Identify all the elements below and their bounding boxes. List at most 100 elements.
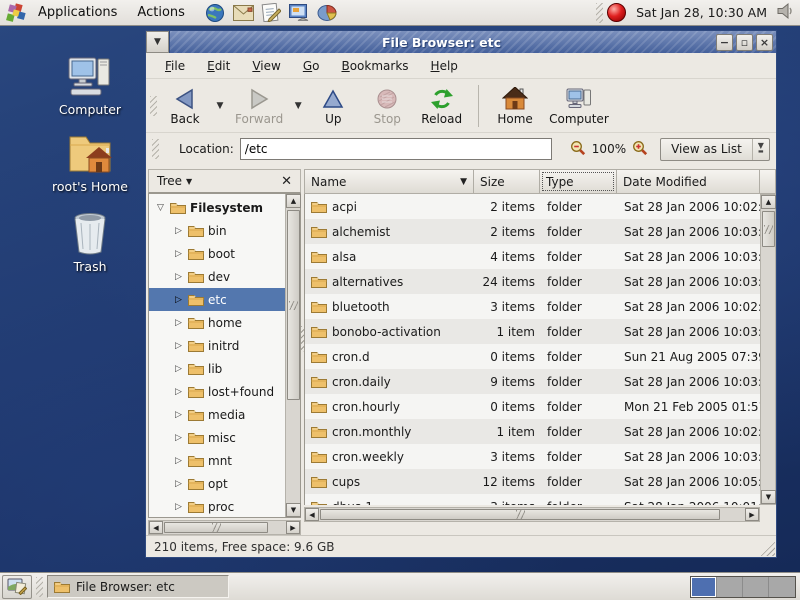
expander-closed-icon[interactable]: ▷ bbox=[173, 295, 184, 305]
tree-item-misc[interactable]: ▷misc bbox=[149, 426, 285, 449]
expander-closed-icon[interactable]: ▷ bbox=[173, 249, 184, 259]
close-button[interactable]: × bbox=[756, 34, 773, 51]
taskbar-task-file-browser[interactable]: File Browser: etc bbox=[47, 575, 229, 598]
menu-bookmarks[interactable]: Bookmarks bbox=[332, 56, 417, 76]
spreadsheet-launcher-icon[interactable] bbox=[317, 2, 338, 23]
scrollbar-thumb[interactable] bbox=[320, 509, 720, 520]
file-row-alchemist[interactable]: alchemist2 itemsfolderSat 28 Jan 2006 10… bbox=[305, 219, 760, 244]
column-header-type[interactable]: Type bbox=[540, 169, 617, 194]
expander-closed-icon[interactable]: ▷ bbox=[173, 318, 184, 328]
tree-item-media[interactable]: ▷media bbox=[149, 403, 285, 426]
up-button[interactable]: Up bbox=[307, 82, 359, 130]
alert-notification-icon[interactable] bbox=[607, 3, 626, 22]
panel-handle[interactable] bbox=[596, 3, 603, 23]
chevron-down-icon[interactable]: ▼ bbox=[186, 177, 192, 186]
reload-button[interactable]: Reload bbox=[415, 82, 468, 130]
forward-dropdown-arrow[interactable]: ▼ bbox=[291, 82, 305, 130]
menu-actions[interactable]: Actions bbox=[129, 5, 193, 20]
zoom-out-icon[interactable] bbox=[570, 140, 586, 159]
scroll-right-arrow[interactable]: ▶ bbox=[286, 521, 300, 534]
workspace-4[interactable] bbox=[769, 577, 795, 597]
column-header-date-modified[interactable]: Date Modified bbox=[617, 169, 760, 194]
scrollbar-thumb[interactable] bbox=[287, 210, 300, 400]
word-processor-launcher-icon[interactable] bbox=[261, 2, 282, 23]
forward-button[interactable]: Forward bbox=[229, 82, 289, 130]
menu-go[interactable]: Go bbox=[294, 56, 329, 76]
location-bar-handle[interactable] bbox=[152, 139, 159, 159]
file-row-acpi[interactable]: acpi2 itemsfolderSat 28 Jan 2006 10:02:5 bbox=[305, 194, 760, 219]
tree-item-bin[interactable]: ▷bin bbox=[149, 219, 285, 242]
titlebar[interactable]: ▼ File Browser: etc − ▫ × bbox=[146, 31, 776, 53]
file-row-dbus-1[interactable]: dbus-13 itemsfolderSat 28 Jan 2006 10:01… bbox=[305, 494, 760, 505]
scroll-up-arrow[interactable]: ▲ bbox=[286, 194, 301, 208]
file-row-bluetooth[interactable]: bluetooth3 itemsfolderSat 28 Jan 2006 10… bbox=[305, 294, 760, 319]
scrollbar-thumb[interactable] bbox=[762, 211, 775, 247]
desktop-icon-computer[interactable]: Computer bbox=[38, 56, 142, 117]
toolbar-handle[interactable] bbox=[150, 96, 157, 116]
location-input[interactable] bbox=[240, 138, 552, 160]
list-horizontal-scrollbar[interactable]: ◀ ▶ bbox=[304, 507, 760, 522]
minimize-button[interactable]: − bbox=[716, 34, 733, 51]
menu-applications[interactable]: Applications bbox=[30, 5, 125, 20]
back-button[interactable]: Back bbox=[159, 82, 211, 130]
scroll-left-arrow[interactable]: ◀ bbox=[305, 508, 319, 521]
tree-horizontal-scrollbar[interactable]: ◀ ▶ bbox=[148, 520, 301, 535]
column-header-name[interactable]: Name ▼ bbox=[304, 169, 474, 194]
taskbar-handle[interactable] bbox=[36, 577, 43, 597]
expander-open-icon[interactable]: ▽ bbox=[155, 203, 166, 213]
computer-button[interactable]: Computer bbox=[543, 82, 615, 130]
list-vertical-scrollbar[interactable]: ▲ ▼ bbox=[760, 194, 776, 505]
scroll-down-arrow[interactable]: ▼ bbox=[761, 490, 776, 504]
expander-closed-icon[interactable]: ▷ bbox=[173, 272, 184, 282]
window-resize-grip[interactable] bbox=[760, 541, 775, 556]
column-header-size[interactable]: Size bbox=[474, 169, 540, 194]
side-pane-close-icon[interactable]: ✕ bbox=[277, 174, 296, 189]
expander-closed-icon[interactable]: ▷ bbox=[173, 410, 184, 420]
expander-closed-icon[interactable]: ▷ bbox=[173, 364, 184, 374]
file-row-cron.hourly[interactable]: cron.hourly0 itemsfolderMon 21 Feb 2005 … bbox=[305, 394, 760, 419]
tree-item-initrd[interactable]: ▷initrd bbox=[149, 334, 285, 357]
view-mode-dropdown[interactable]: View as List ▼▬ bbox=[660, 138, 770, 161]
file-row-cron.monthly[interactable]: cron.monthly1 itemfolderSat 28 Jan 2006 … bbox=[305, 419, 760, 444]
maximize-button[interactable]: ▫ bbox=[736, 34, 753, 51]
web-browser-launcher-icon[interactable] bbox=[205, 2, 226, 23]
start-menu-icon[interactable] bbox=[6, 3, 26, 23]
expander-closed-icon[interactable]: ▷ bbox=[173, 502, 184, 512]
tree-item-lib[interactable]: ▷lib bbox=[149, 357, 285, 380]
tree-item-boot[interactable]: ▷boot bbox=[149, 242, 285, 265]
tree-vertical-scrollbar[interactable]: ▲ ▼ bbox=[285, 194, 300, 517]
back-dropdown-arrow[interactable]: ▼ bbox=[213, 82, 227, 130]
file-row-alsa[interactable]: alsa4 itemsfolderSat 28 Jan 2006 10:03:3 bbox=[305, 244, 760, 269]
home-button[interactable]: Home bbox=[489, 82, 541, 130]
email-launcher-icon[interactable] bbox=[233, 2, 254, 23]
tree-item-mnt[interactable]: ▷mnt bbox=[149, 449, 285, 472]
file-row-alternatives[interactable]: alternatives24 itemsfolderSat 28 Jan 200… bbox=[305, 269, 760, 294]
show-desktop-button[interactable] bbox=[2, 575, 32, 599]
tree-item-home[interactable]: ▷home bbox=[149, 311, 285, 334]
file-row-cups[interactable]: cups12 itemsfolderSat 28 Jan 2006 10:05:… bbox=[305, 469, 760, 494]
tree-item-etc[interactable]: ▷etc bbox=[149, 288, 285, 311]
expander-closed-icon[interactable]: ▷ bbox=[173, 387, 184, 397]
scroll-down-arrow[interactable]: ▼ bbox=[286, 503, 301, 517]
expander-closed-icon[interactable]: ▷ bbox=[173, 341, 184, 351]
stop-button[interactable]: Stop bbox=[361, 82, 413, 130]
expander-closed-icon[interactable]: ▷ bbox=[173, 456, 184, 466]
expander-closed-icon[interactable]: ▷ bbox=[173, 433, 184, 443]
file-row-cron.daily[interactable]: cron.daily9 itemsfolderSat 28 Jan 2006 1… bbox=[305, 369, 760, 394]
scroll-right-arrow[interactable]: ▶ bbox=[745, 508, 759, 521]
desktop-icon-roots-home[interactable]: root's Home bbox=[38, 131, 142, 194]
workspace-2[interactable] bbox=[717, 577, 743, 597]
desktop-icon-trash[interactable]: Trash bbox=[38, 211, 142, 274]
window-menu-button[interactable]: ▼ bbox=[146, 31, 169, 53]
file-row-bonobo-activation[interactable]: bonobo-activation1 itemfolderSat 28 Jan … bbox=[305, 319, 760, 344]
tree-item-lost-found[interactable]: ▷lost+found bbox=[149, 380, 285, 403]
workspace-3[interactable] bbox=[743, 577, 769, 597]
clock[interactable]: Sat Jan 28, 10:30 AM bbox=[630, 5, 773, 20]
menu-edit[interactable]: Edit bbox=[198, 56, 239, 76]
menu-view[interactable]: View bbox=[243, 56, 289, 76]
file-row-cron.d[interactable]: cron.d0 itemsfolderSun 21 Aug 2005 07:39… bbox=[305, 344, 760, 369]
menu-file[interactable]: File bbox=[156, 56, 194, 76]
scrollbar-thumb[interactable] bbox=[164, 522, 268, 533]
scroll-up-arrow[interactable]: ▲ bbox=[761, 195, 776, 209]
side-pane-selector[interactable]: Tree bbox=[153, 174, 186, 188]
